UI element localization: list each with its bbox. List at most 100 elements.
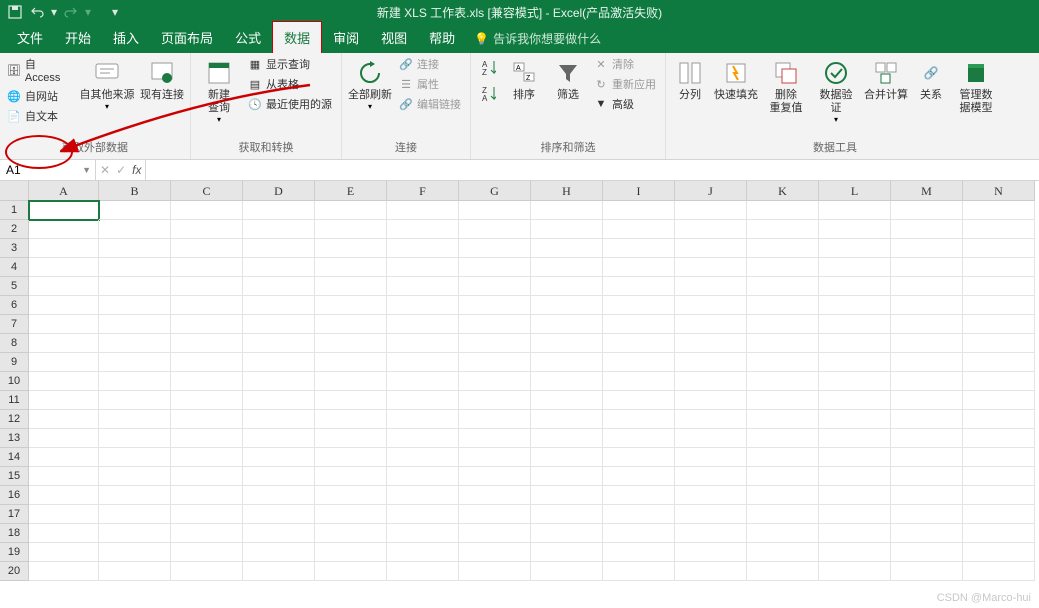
- cell-B6[interactable]: [99, 296, 171, 315]
- cell-N17[interactable]: [963, 505, 1035, 524]
- cell-L18[interactable]: [819, 524, 891, 543]
- cell-B3[interactable]: [99, 239, 171, 258]
- cell-C8[interactable]: [171, 334, 243, 353]
- recent-sources-button[interactable]: 🕓最近使用的源: [245, 95, 337, 113]
- cell-E9[interactable]: [315, 353, 387, 372]
- cell-B10[interactable]: [99, 372, 171, 391]
- row-header-11[interactable]: 11: [0, 391, 29, 410]
- cell-L13[interactable]: [819, 429, 891, 448]
- cell-E1[interactable]: [315, 201, 387, 220]
- tell-me-search[interactable]: 💡 告诉我你想要做什么: [466, 24, 609, 53]
- cell-K10[interactable]: [747, 372, 819, 391]
- refresh-all-button[interactable]: 全部刷新▾: [346, 55, 394, 115]
- row-header-16[interactable]: 16: [0, 486, 29, 505]
- cell-N15[interactable]: [963, 467, 1035, 486]
- cell-F11[interactable]: [387, 391, 459, 410]
- cell-H10[interactable]: [531, 372, 603, 391]
- cell-N16[interactable]: [963, 486, 1035, 505]
- cell-H8[interactable]: [531, 334, 603, 353]
- col-header-B[interactable]: B: [99, 181, 171, 201]
- cell-B16[interactable]: [99, 486, 171, 505]
- cell-D7[interactable]: [243, 315, 315, 334]
- sort-za-button[interactable]: ZA: [478, 81, 498, 105]
- cell-K3[interactable]: [747, 239, 819, 258]
- cell-G14[interactable]: [459, 448, 531, 467]
- cell-G15[interactable]: [459, 467, 531, 486]
- cell-L15[interactable]: [819, 467, 891, 486]
- cell-J8[interactable]: [675, 334, 747, 353]
- advanced-filter-button[interactable]: ▼高级: [591, 95, 661, 113]
- cell-N7[interactable]: [963, 315, 1035, 334]
- cell-G19[interactable]: [459, 543, 531, 562]
- cell-E17[interactable]: [315, 505, 387, 524]
- cell-D5[interactable]: [243, 277, 315, 296]
- cell-N5[interactable]: [963, 277, 1035, 296]
- cell-A8[interactable]: [29, 334, 99, 353]
- cell-A19[interactable]: [29, 543, 99, 562]
- cell-I20[interactable]: [603, 562, 675, 581]
- cell-E15[interactable]: [315, 467, 387, 486]
- cell-J5[interactable]: [675, 277, 747, 296]
- cell-G12[interactable]: [459, 410, 531, 429]
- cell-E18[interactable]: [315, 524, 387, 543]
- cell-N11[interactable]: [963, 391, 1035, 410]
- tab-formula[interactable]: 公式: [224, 22, 272, 53]
- cell-J12[interactable]: [675, 410, 747, 429]
- formula-input[interactable]: [146, 160, 1039, 180]
- cell-J17[interactable]: [675, 505, 747, 524]
- cell-G13[interactable]: [459, 429, 531, 448]
- cell-M17[interactable]: [891, 505, 963, 524]
- cell-A5[interactable]: [29, 277, 99, 296]
- cell-K13[interactable]: [747, 429, 819, 448]
- from-access-button[interactable]: 🗄自 Access: [4, 55, 76, 85]
- cell-L7[interactable]: [819, 315, 891, 334]
- cell-E3[interactable]: [315, 239, 387, 258]
- cell-B15[interactable]: [99, 467, 171, 486]
- cell-K9[interactable]: [747, 353, 819, 372]
- from-table-button[interactable]: ▤从表格: [245, 75, 337, 93]
- cell-H5[interactable]: [531, 277, 603, 296]
- cell-J3[interactable]: [675, 239, 747, 258]
- cell-C19[interactable]: [171, 543, 243, 562]
- cell-J7[interactable]: [675, 315, 747, 334]
- tab-home[interactable]: 开始: [54, 22, 102, 53]
- cell-A15[interactable]: [29, 467, 99, 486]
- cell-I5[interactable]: [603, 277, 675, 296]
- from-text-button[interactable]: 📄自文本: [4, 107, 76, 125]
- cell-F1[interactable]: [387, 201, 459, 220]
- col-header-M[interactable]: M: [891, 181, 963, 201]
- cell-A14[interactable]: [29, 448, 99, 467]
- cell-K2[interactable]: [747, 220, 819, 239]
- cell-C20[interactable]: [171, 562, 243, 581]
- cell-F6[interactable]: [387, 296, 459, 315]
- cell-G11[interactable]: [459, 391, 531, 410]
- cell-B11[interactable]: [99, 391, 171, 410]
- cell-I6[interactable]: [603, 296, 675, 315]
- cell-A3[interactable]: [29, 239, 99, 258]
- sort-az-button[interactable]: AZ: [478, 55, 498, 79]
- cell-C16[interactable]: [171, 486, 243, 505]
- cell-D4[interactable]: [243, 258, 315, 277]
- cell-C17[interactable]: [171, 505, 243, 524]
- row-header-15[interactable]: 15: [0, 467, 29, 486]
- cell-I13[interactable]: [603, 429, 675, 448]
- row-header-6[interactable]: 6: [0, 296, 29, 315]
- cell-B20[interactable]: [99, 562, 171, 581]
- cell-I10[interactable]: [603, 372, 675, 391]
- cell-E10[interactable]: [315, 372, 387, 391]
- cell-D2[interactable]: [243, 220, 315, 239]
- cell-J20[interactable]: [675, 562, 747, 581]
- cell-J19[interactable]: [675, 543, 747, 562]
- col-header-K[interactable]: K: [747, 181, 819, 201]
- cell-C5[interactable]: [171, 277, 243, 296]
- cell-L10[interactable]: [819, 372, 891, 391]
- cell-G3[interactable]: [459, 239, 531, 258]
- cell-N13[interactable]: [963, 429, 1035, 448]
- cell-I11[interactable]: [603, 391, 675, 410]
- cell-L8[interactable]: [819, 334, 891, 353]
- cell-K12[interactable]: [747, 410, 819, 429]
- consolidate-button[interactable]: 合并计算: [862, 55, 910, 106]
- cell-G8[interactable]: [459, 334, 531, 353]
- tab-view[interactable]: 视图: [370, 22, 418, 53]
- cell-E5[interactable]: [315, 277, 387, 296]
